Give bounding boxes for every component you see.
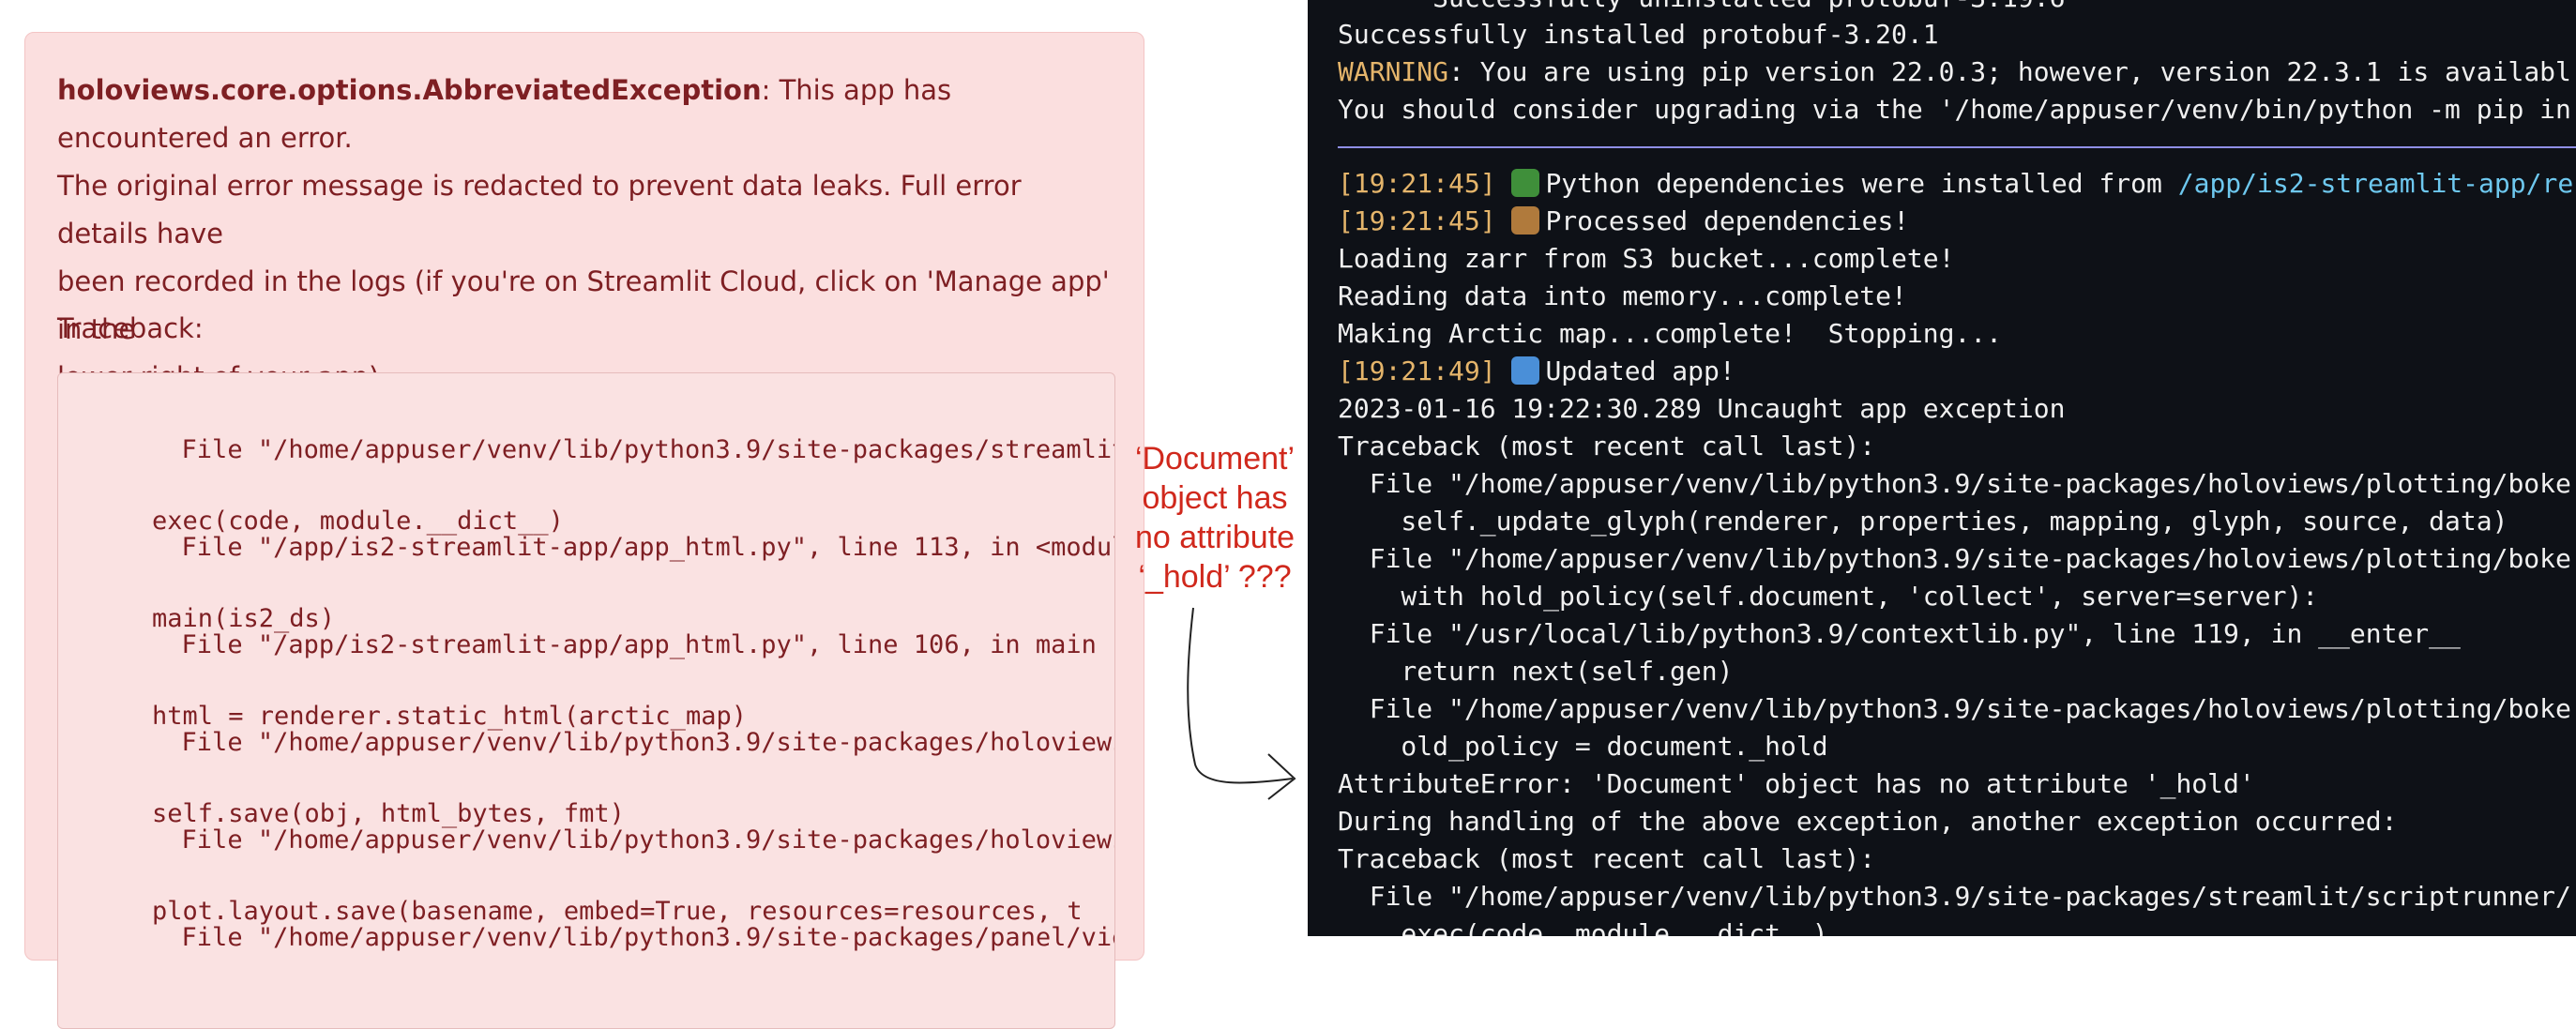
error-message-line: been recorded in the logs (if you're on … bbox=[57, 265, 1110, 345]
traceback-file: File "/app/is2-streamlit-app/app_html.py… bbox=[181, 533, 1115, 562]
terminal-line: Traceback (most recent call last): bbox=[1338, 843, 1876, 874]
terminal-line: File "/home/appuser/venv/lib/python3.9/s… bbox=[1338, 468, 2571, 499]
terminal-divider bbox=[1338, 146, 2576, 148]
snake-icon bbox=[1511, 169, 1540, 197]
timestamp: [19:21:45] bbox=[1338, 205, 1496, 236]
exception-name: holoviews.core.options.AbbreviatedExcept… bbox=[57, 74, 762, 106]
warning-text: : You are using pip version 22.0.3; howe… bbox=[1448, 56, 2571, 87]
terminal-line: File "/home/appuser/venv/lib/python3.9/s… bbox=[1338, 881, 2571, 912]
terminal-line: AttributeError: 'Document' object has no… bbox=[1338, 768, 2255, 799]
terminal-line: WARNING: You are using pip version 22.0.… bbox=[1338, 53, 2571, 91]
terminal-line: File "/home/appuser/venv/lib/python3.9/s… bbox=[1338, 693, 2571, 724]
dep-text: Python dependencies were installed from bbox=[1545, 168, 2178, 199]
terminal-line: with hold_policy(self.document, 'collect… bbox=[1338, 581, 2319, 612]
traceback-box[interactable]: File "/home/appuser/venv/lib/python3.9/s… bbox=[57, 372, 1115, 1029]
terminal-line: self._update_glyph(renderer, properties,… bbox=[1338, 506, 2508, 537]
terminal-line: Successfully uninstalled protobuf-3.19.6 bbox=[1338, 0, 2065, 17]
timestamp: [19:21:49] bbox=[1338, 356, 1496, 386]
annotation-line: no attribute bbox=[1134, 520, 1296, 555]
error-message: holoviews.core.options.AbbreviatedExcept… bbox=[57, 67, 1117, 401]
annotation-line: ‘_hold’ ??? bbox=[1138, 559, 1292, 595]
annotation-line: ‘Document’ bbox=[1134, 441, 1296, 477]
terminal-line: Traceback (most recent call last): bbox=[1338, 431, 1876, 462]
terminal-line: File "/home/appuser/venv/lib/python3.9/s… bbox=[1338, 543, 2571, 574]
traceback-entry: File "/home/appuser/venv/lib/python3.9/s… bbox=[90, 887, 1115, 988]
terminal-log[interactable]: Successfully uninstalled protobuf-3.19.6… bbox=[1308, 0, 2576, 936]
handwritten-annotation: ‘Document’ object has no attribute ‘_hol… bbox=[1126, 439, 1304, 597]
terminal-line: [19:21:45] Python dependencies were inst… bbox=[1338, 165, 2573, 203]
terminal-line: old_policy = document._hold bbox=[1338, 731, 1828, 762]
traceback-file: File "/home/appuser/venv/lib/python3.9/s… bbox=[181, 728, 1115, 757]
terminal-line: Loading zarr from S3 bucket...complete! bbox=[1338, 243, 1955, 274]
error-message-line: The original error message is redacted t… bbox=[57, 170, 1022, 250]
dep-path: /app/is2-streamlit-app/re bbox=[2177, 168, 2574, 199]
warning-label: WARNING bbox=[1338, 56, 1449, 87]
traceback-label: Traceback: bbox=[57, 312, 204, 344]
terminal-line: return next(self.gen) bbox=[1338, 656, 1734, 687]
package-icon bbox=[1511, 206, 1540, 235]
terminal-line: exec(code, module.__dict__) bbox=[1338, 918, 1828, 936]
terminal-line: File "/usr/local/lib/python3.9/contextli… bbox=[1338, 618, 2461, 649]
terminal-line: Making Arctic map...complete! Stopping..… bbox=[1338, 318, 2003, 349]
traceback-file: File "/home/appuser/venv/lib/python3.9/s… bbox=[181, 825, 1115, 855]
traceback-file: File "/home/appuser/venv/lib/python3.9/s… bbox=[181, 923, 1115, 952]
terminal-line: You should consider upgrading via the '/… bbox=[1338, 94, 2571, 125]
upd-text: Updated app! bbox=[1545, 356, 1735, 386]
annotation-arrow-icon bbox=[1187, 607, 1296, 800]
terminal-line: During handling of the above exception, … bbox=[1338, 806, 2398, 837]
traceback-file: File "/home/appuser/venv/lib/python3.9/s… bbox=[181, 435, 1115, 464]
error-panel: holoviews.core.options.AbbreviatedExcept… bbox=[24, 32, 1144, 1029]
terminal-line: [19:21:45] Processed dependencies! bbox=[1338, 203, 1909, 240]
traceback-file: File "/app/is2-streamlit-app/app_html.py… bbox=[181, 630, 1097, 659]
terminal-line: Successfully installed protobuf-3.20.1 bbox=[1338, 19, 1939, 50]
terminal-line: Reading data into memory...complete! bbox=[1338, 280, 1907, 311]
annotation-line: object has bbox=[1142, 480, 1288, 516]
timestamp: [19:21:45] bbox=[1338, 168, 1496, 199]
terminal-line: 2023-01-16 19:22:30.289 Uncaught app exc… bbox=[1338, 393, 2066, 424]
refresh-icon bbox=[1511, 356, 1540, 385]
proc-text: Processed dependencies! bbox=[1545, 205, 1910, 236]
terminal-line: [19:21:49] Updated app! bbox=[1338, 353, 1735, 390]
